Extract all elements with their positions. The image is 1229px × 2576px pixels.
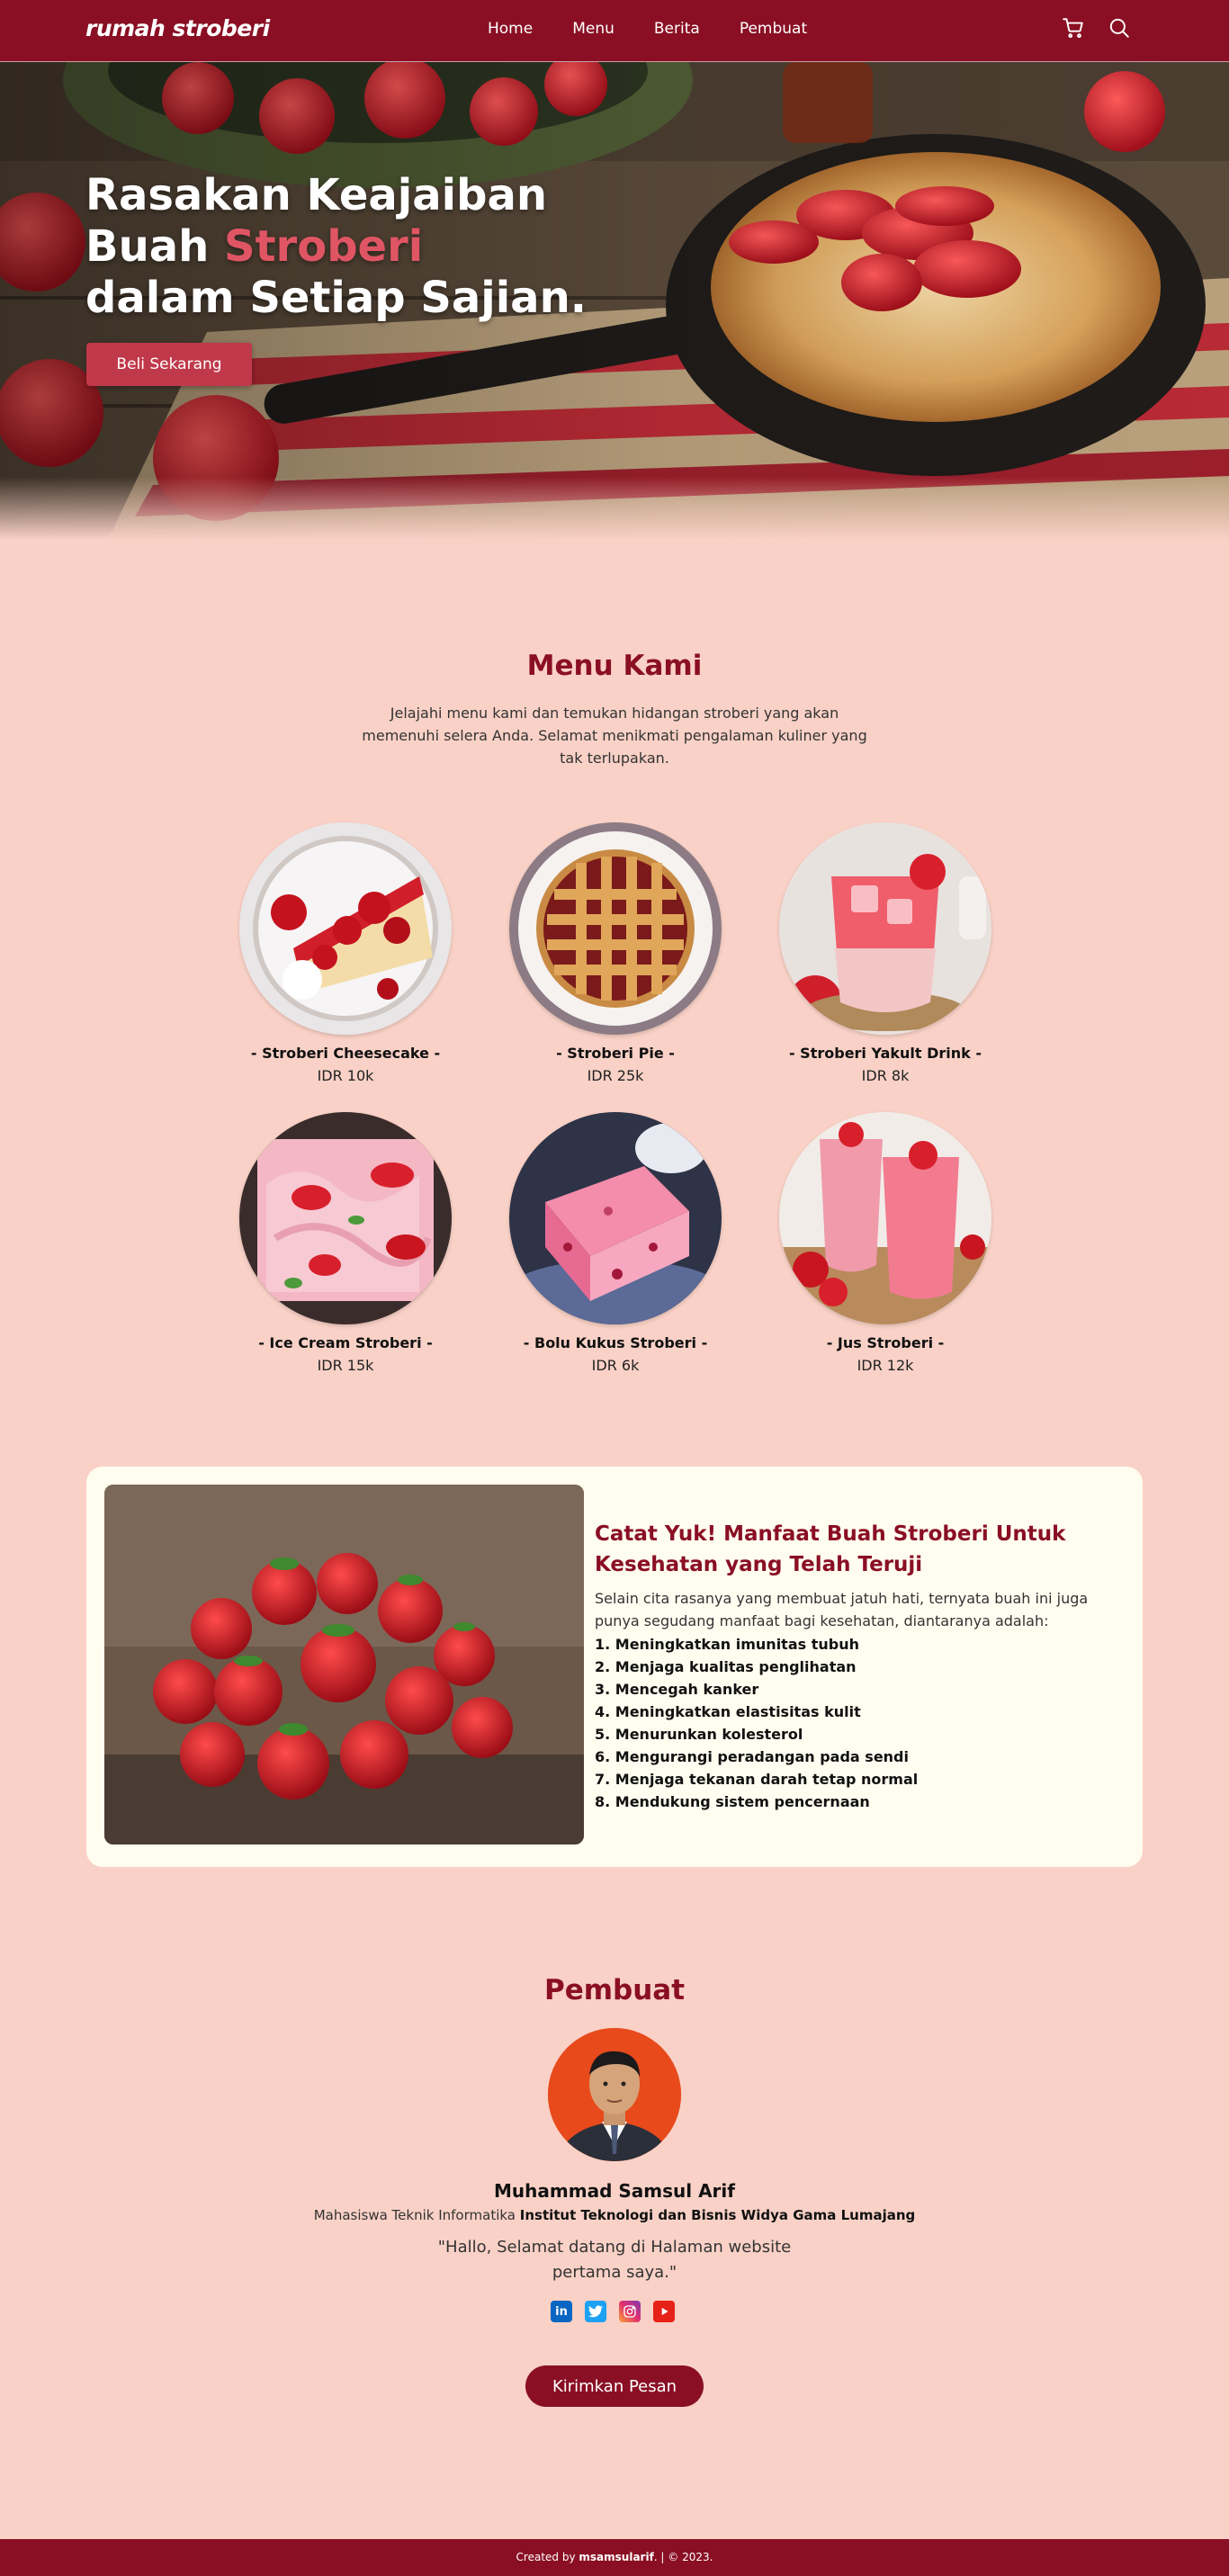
youtube-icon[interactable] xyxy=(653,2301,675,2322)
hero-title: Rasakan Keajaiban Buah Stroberi dalam Se… xyxy=(85,170,587,324)
fact-card: Catat Yuk! Manfaat Buah Stroberi Untuk K… xyxy=(86,1467,1143,1867)
menu-item-name: - Bolu Kukus Stroberi - xyxy=(523,1334,708,1351)
twitter-icon[interactable] xyxy=(585,2301,606,2322)
buy-now-button[interactable]: Beli Sekarang xyxy=(86,343,252,386)
hero-title-line2: Buah Stroberi xyxy=(85,221,587,273)
footer-prefix: Created by xyxy=(516,2551,579,2563)
linkedin-icon[interactable]: in xyxy=(551,2301,572,2322)
menu-item-name: - Ice Cream Stroberi - xyxy=(258,1334,433,1351)
brand-logo[interactable]: rumah stroberi xyxy=(85,15,270,41)
menu-item-name: - Stroberi Cheesecake - xyxy=(250,1045,441,1062)
fact-intro: Selain cita rasanya yang membuat jatuh h… xyxy=(595,1590,1089,1629)
bolu-kukus-image xyxy=(509,1112,722,1324)
menu-item-name: - Stroberi Yakult Drink - xyxy=(788,1045,982,1062)
menu-item-yakult-drink[interactable]: - Stroberi Yakult Drink - IDR 8k xyxy=(750,822,1020,1084)
menu-item-name: - Stroberi Pie - xyxy=(556,1045,675,1062)
footer-author[interactable]: msamsularif xyxy=(579,2551,653,2563)
menu-item-price: IDR 25k xyxy=(587,1067,644,1084)
creator-school: Institut Teknologi dan Bisnis Widya Gama… xyxy=(519,2207,916,2223)
menu-description: Jelajahi menu kami dan temukan hidangan … xyxy=(362,705,867,767)
menu-item-bolu-kukus[interactable]: - Bolu Kukus Stroberi - IDR 6k xyxy=(480,1112,750,1374)
menu-item-price: IDR 15k xyxy=(317,1357,374,1374)
menu-item-price: IDR 10k xyxy=(317,1067,374,1084)
nav-link-pembuat[interactable]: Pembuat xyxy=(740,20,807,38)
nav-links: Home Menu Berita Pembuat xyxy=(488,20,847,38)
menu-item-price: IDR 8k xyxy=(861,1067,910,1084)
creator-quote: "Hallo, Selamat datang di Halaman websit… xyxy=(437,2238,792,2282)
hero-title-highlight: Stroberi xyxy=(224,221,424,272)
menu-item-price: IDR 6k xyxy=(591,1357,640,1374)
fact-list-item: 8. Mendukung sistem pencernaan xyxy=(595,1793,870,1810)
cheesecake-image xyxy=(239,822,452,1035)
fact-list: 1. Meningkatkan imunitas tubuh 2. Menjag… xyxy=(595,1633,918,1813)
nav-link-home[interactable]: Home xyxy=(488,20,533,38)
menu-item-jus[interactable]: - Jus Stroberi - IDR 12k xyxy=(750,1112,1020,1374)
nav-link-menu[interactable]: Menu xyxy=(572,20,614,38)
fact-list-item: 2. Menjaga kualitas penglihatan xyxy=(595,1658,857,1675)
instagram-icon[interactable] xyxy=(619,2301,641,2322)
hero-section: Rasakan Keajaiban Buah Stroberi dalam Se… xyxy=(0,62,1229,540)
fact-list-item: 3. Mencegah kanker xyxy=(595,1681,759,1698)
menu-item-name: - Jus Stroberi - xyxy=(826,1334,945,1351)
nav-link-berita[interactable]: Berita xyxy=(654,20,700,38)
fact-list-item: 7. Menjaga tekanan darah tetap normal xyxy=(595,1771,919,1788)
menu-item-cheesecake[interactable]: - Stroberi Cheesecake - IDR 10k xyxy=(211,822,480,1084)
menu-item-ice-cream[interactable]: - Ice Cream Stroberi - IDR 15k xyxy=(211,1112,480,1374)
fact-list-item: 6. Mengurangi peradangan pada sendi xyxy=(595,1748,909,1765)
social-links: in xyxy=(551,2301,687,2322)
creator-name: Muhammad Samsul Arif xyxy=(494,2180,735,2202)
navbar: rumah stroberi Home Menu Berita Pembuat xyxy=(0,0,1229,62)
strawberry-pile-image xyxy=(104,1485,584,1844)
menu-title: Menu Kami xyxy=(526,650,703,682)
creator-role: Mahasiswa Teknik Informatika Institut Te… xyxy=(0,2207,1229,2223)
menu-item-pie[interactable]: - Stroberi Pie - IDR 25k xyxy=(480,822,750,1084)
cart-icon[interactable] xyxy=(1062,16,1085,40)
menu-item-price: IDR 12k xyxy=(857,1357,914,1374)
hero-fade xyxy=(0,477,1229,540)
fact-list-item: 1. Meningkatkan imunitas tubuh xyxy=(595,1636,859,1653)
pie-image xyxy=(509,822,722,1035)
jus-image xyxy=(779,1112,991,1324)
hero-title-line1: Rasakan Keajaiban xyxy=(85,170,548,220)
hero-title-line2-prefix: Buah xyxy=(85,221,225,272)
footer-copyright: . | © 2023. xyxy=(653,2551,713,2563)
ice-cream-image xyxy=(239,1112,452,1324)
creator-avatar xyxy=(548,2028,681,2161)
search-icon[interactable] xyxy=(1108,16,1131,40)
creator-role-prefix: Mahasiswa Teknik Informatika xyxy=(313,2207,520,2223)
hero-title-line3: dalam Setiap Sajian. xyxy=(85,273,587,323)
yakult-drink-image xyxy=(779,822,991,1035)
fact-title: Catat Yuk! Manfaat Buah Stroberi Untuk K… xyxy=(595,1522,1066,1576)
fact-list-item: 4. Meningkatkan elastisitas kulit xyxy=(595,1703,861,1720)
fact-list-item: 5. Menurunkan kolesterol xyxy=(595,1726,803,1743)
creator-section-title: Pembuat xyxy=(543,1974,686,2006)
footer: Created by msamsularif. | © 2023. xyxy=(0,2539,1229,2576)
send-message-button[interactable]: Kirimkan Pesan xyxy=(525,2365,704,2407)
